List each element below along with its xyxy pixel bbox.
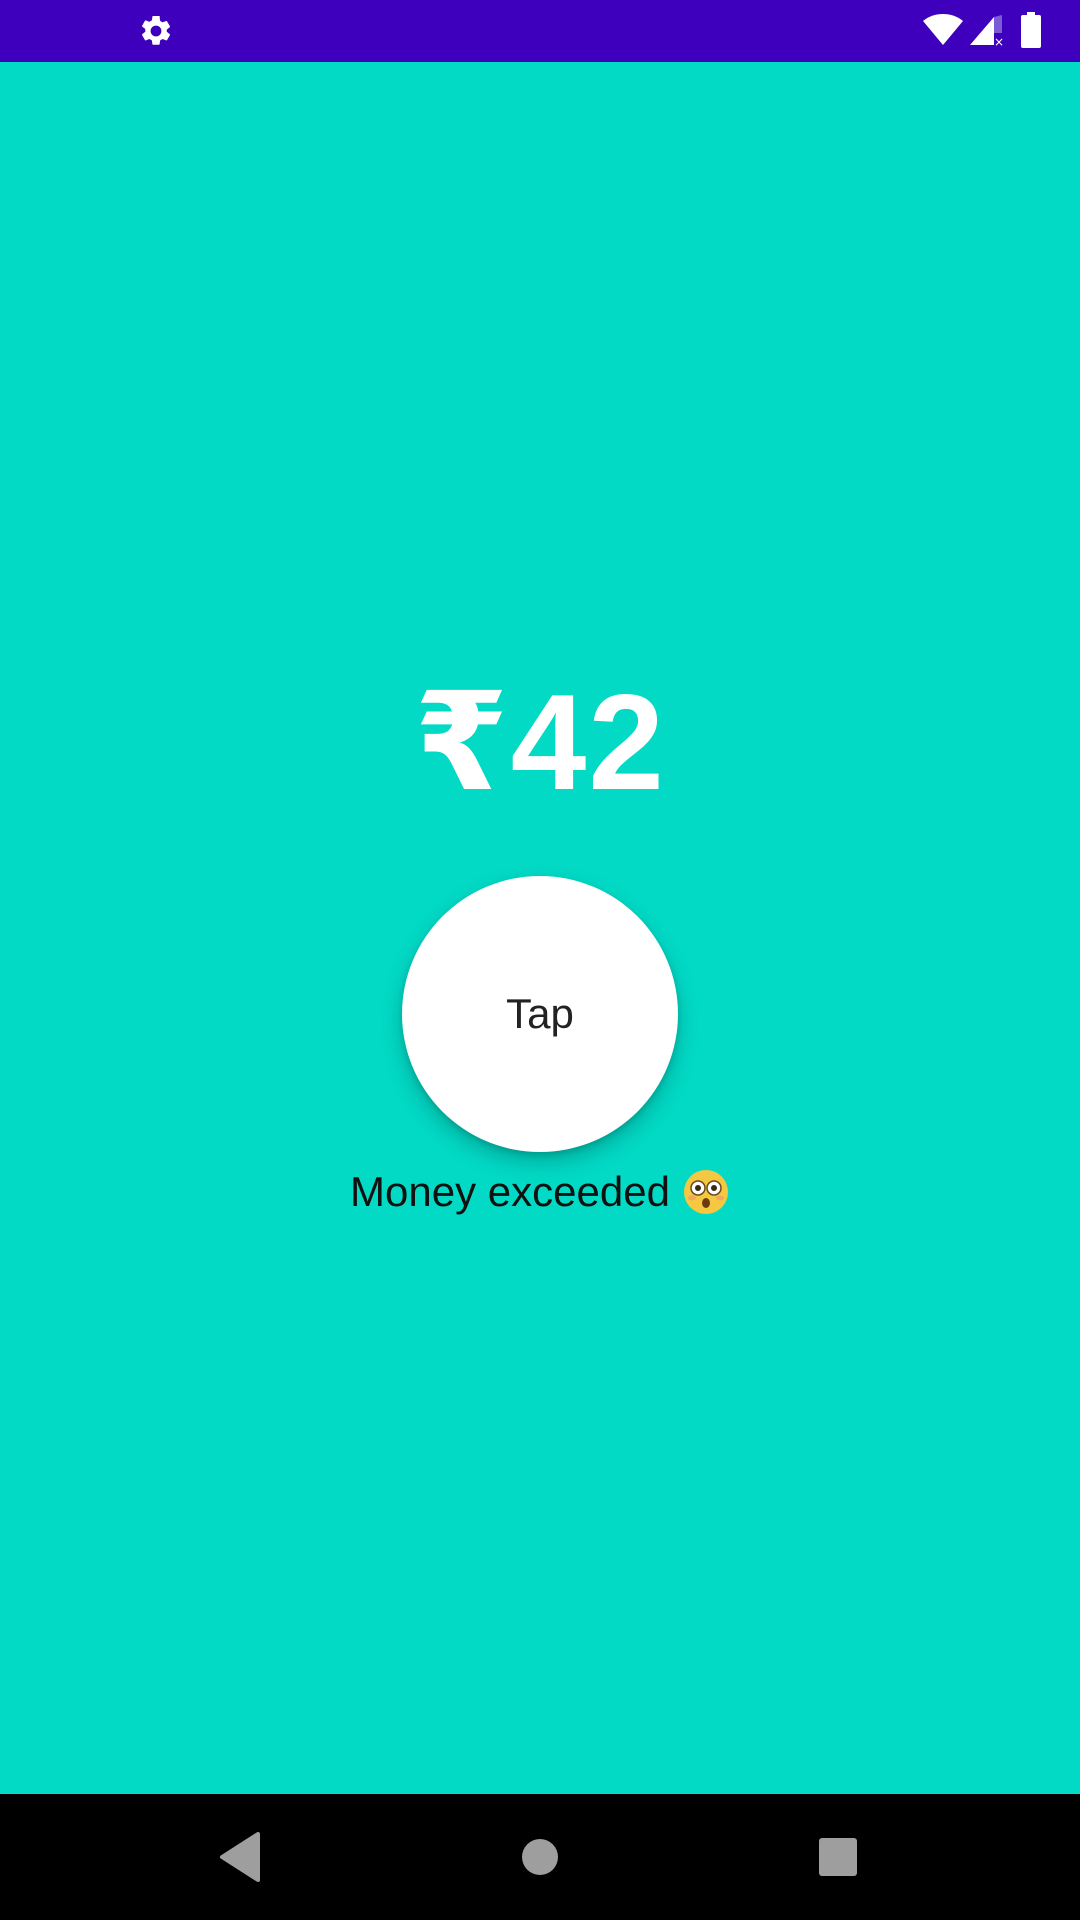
back-button[interactable]: [205, 1822, 275, 1892]
signal-icon: ×: [970, 15, 1004, 47]
tap-button[interactable]: Tap: [402, 876, 678, 1152]
back-icon: [220, 1832, 260, 1882]
home-icon: [522, 1839, 558, 1875]
navigation-bar: [0, 1794, 1080, 1920]
flushed-face-emoji-icon: [683, 1170, 728, 1214]
gear-icon[interactable]: [138, 13, 174, 49]
recents-button[interactable]: [803, 1822, 873, 1892]
amount-display: ₹42: [414, 666, 666, 818]
message-text: Money exceeded: [350, 1168, 670, 1215]
home-button[interactable]: [505, 1822, 575, 1892]
status-message: Money exceeded: [0, 1162, 1080, 1222]
status-bar: ×: [0, 0, 1080, 62]
tap-button-label: Tap: [506, 990, 574, 1037]
main-content: ₹42 Tap Money exceeded: [0, 62, 1080, 1794]
recents-icon: [819, 1838, 857, 1876]
wifi-icon: [923, 14, 963, 45]
svg-text:×: ×: [994, 35, 1004, 47]
battery-icon: [1021, 12, 1041, 48]
